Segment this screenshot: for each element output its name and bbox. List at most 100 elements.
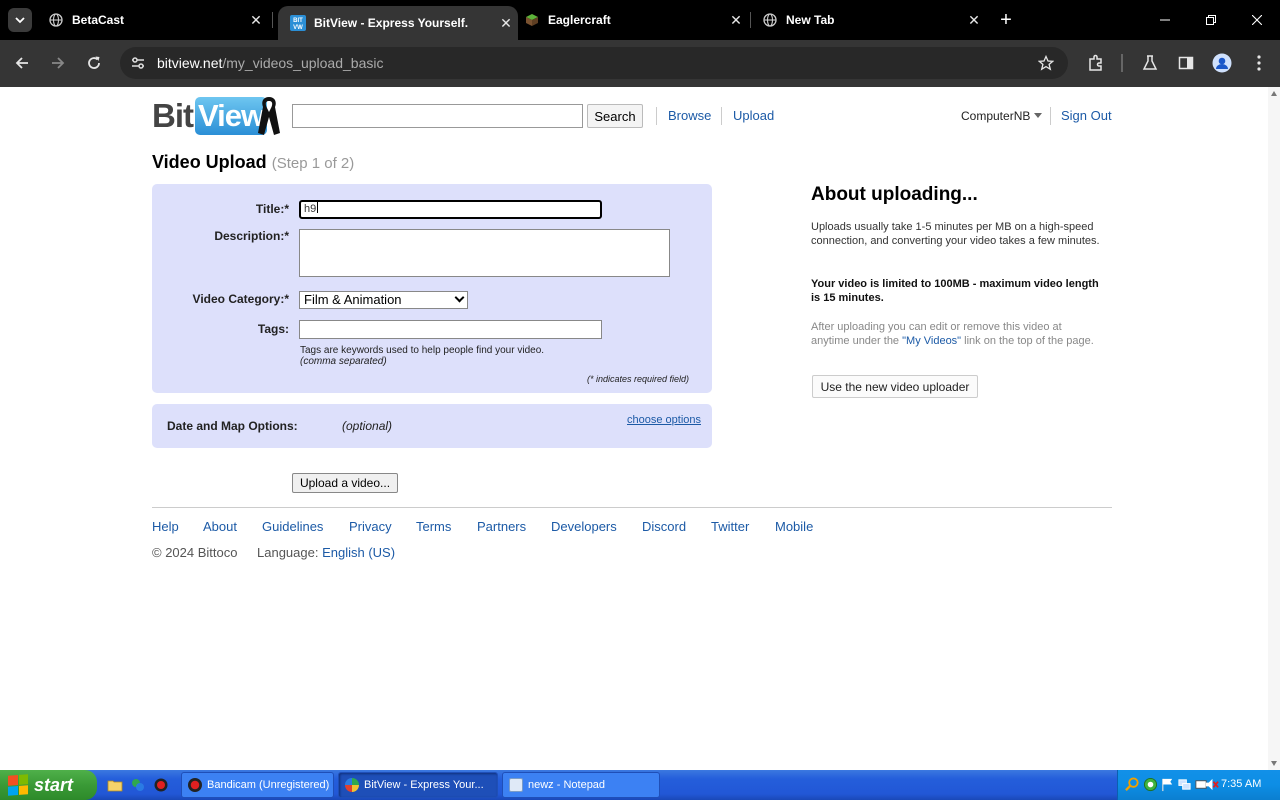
my-videos-link[interactable]: "My Videos" [902,335,961,347]
footer-link-developers[interactable]: Developers [551,519,617,534]
site-search-button[interactable]: Search [587,104,643,128]
category-select[interactable]: Film & Animation [299,291,468,309]
about-uploading-heading: About uploading... [811,184,978,205]
search-magnifier-icon[interactable] [1125,777,1140,792]
footer-link-privacy[interactable]: Privacy [349,519,392,534]
profile-avatar-icon[interactable] [1211,52,1233,74]
folder-icon[interactable] [107,777,123,793]
url-host: bitview.net [157,55,223,71]
green-status-icon[interactable] [1143,777,1158,792]
tags-help-text: Tags are keywords used to help people fi… [300,345,545,356]
about-paragraph-3: After uploading you can edit or remove t… [811,320,1101,348]
tab-bitview[interactable]: BIT VW BitView - Express Yourself. ✕ [278,6,518,40]
required-note: (* indicates required field) [587,374,690,384]
messenger-icon[interactable] [130,777,146,793]
tags-label: Tags: [257,322,289,336]
tab-title: BitView - Express Yourself. [314,16,469,30]
arrow-left-icon [15,57,28,69]
flag-icon[interactable] [1160,777,1175,792]
start-button[interactable]: start [0,770,97,800]
clock: 7:35 AM [1221,778,1262,790]
site-search-input[interactable] [292,104,583,128]
bitview-logo[interactable]: Bit View [152,96,268,136]
sign-out-link[interactable]: Sign Out [1061,108,1112,123]
restore-icon [1206,15,1216,25]
upload-link[interactable]: Upload [733,108,774,123]
tab-close-icon[interactable]: ✕ [962,12,986,29]
url-path: /my_videos_upload_basic [222,55,384,71]
back-button[interactable] [8,49,36,77]
footer-link-mobile[interactable]: Mobile [775,519,813,534]
network-icon[interactable] [1177,777,1192,792]
notepad-icon [509,778,523,792]
taskbar-item-bitview[interactable]: BitView - Express Your... [338,772,498,798]
toolbar-divider [1121,54,1123,72]
description-textarea[interactable] [299,229,670,277]
minimize-button[interactable] [1142,0,1188,40]
browse-link[interactable]: Browse [668,108,711,123]
url-text[interactable]: bitview.net/my_videos_upload_basic [157,55,383,71]
title-input-value: h9 [304,203,317,215]
menu-kebab-icon[interactable] [1248,52,1270,74]
footer-link-terms[interactable]: Terms [416,519,451,534]
category-label: Video Category:* [192,292,289,306]
taskbar-item-notepad[interactable]: newz - Notepad [502,772,660,798]
labs-flask-icon[interactable] [1139,52,1161,74]
user-menu[interactable]: ComputerNB [961,109,1043,123]
new-tab-button[interactable]: + [994,8,1018,32]
tab-new-tab[interactable]: New Tab ✕ [750,0,986,40]
text-cursor-icon [317,202,319,213]
language-value[interactable]: English (US) [322,545,395,560]
tab-separator [272,12,273,28]
minimize-icon [1160,19,1170,21]
extensions-icon[interactable] [1085,52,1107,74]
record-icon[interactable] [153,777,169,793]
language-selector[interactable]: Language: English (US) [257,545,395,560]
site-info-icon[interactable] [128,53,148,73]
nav-divider [656,107,657,125]
svg-text:VW: VW [293,25,303,31]
forward-button[interactable] [44,49,72,77]
chevron-down-icon [15,17,25,24]
footer-link-help[interactable]: Help [152,519,179,534]
svg-text:BIT: BIT [293,18,303,24]
upload-video-button[interactable]: Upload a video... [292,473,398,493]
tab-title: New Tab [786,13,835,27]
tags-help-sub: (comma separated) [300,356,387,367]
task-label: newz - Notepad [528,779,606,791]
title-input[interactable]: h9 [299,200,602,219]
grass-block-icon [524,12,540,28]
taskbar-item-bandicam[interactable]: Bandicam (Unregistered) [181,772,334,798]
windows-flag-icon [8,774,28,796]
vertical-scrollbar[interactable] [1268,87,1280,770]
caret-down-icon [1034,113,1043,118]
new-uploader-button[interactable]: Use the new video uploader [812,375,978,398]
tab-eaglercraft[interactable]: Eaglercraft ✕ [512,0,748,40]
side-panel-icon[interactable] [1175,52,1197,74]
logo-bit: Bit [152,97,194,134]
footer-link-discord[interactable]: Discord [642,519,686,534]
restore-button[interactable] [1188,0,1234,40]
footer-link-guidelines[interactable]: Guidelines [262,519,323,534]
bitview-favicon-icon: BIT VW [290,15,306,31]
tab-close-icon[interactable]: ✕ [244,12,268,29]
category-selected-value: Film & Animation [304,292,402,307]
footer-link-about[interactable]: About [203,519,237,534]
bookmark-star-icon[interactable] [1036,53,1056,73]
tags-input[interactable] [299,320,602,339]
username: ComputerNB [961,109,1031,123]
tab-search-button[interactable] [8,8,32,32]
bandicam-icon [188,778,202,792]
footer-link-twitter[interactable]: Twitter [711,519,749,534]
optional-label: (optional) [342,419,393,433]
footer-link-partners[interactable]: Partners [477,519,526,534]
close-window-button[interactable] [1234,0,1280,40]
choose-options-link[interactable]: choose options [627,414,701,426]
tab-betacast[interactable]: BetaCast ✕ [36,0,268,40]
tab-bar: BetaCast ✕ BIT VW BitView - Express Yours… [0,0,1280,40]
reload-button[interactable] [80,49,108,77]
volume-muted-icon[interactable] [1204,777,1219,792]
step-indicator: (Step 1 of 2) [271,155,355,172]
page-title: Video Upload (Step 1 of 2) [152,152,354,173]
tab-close-icon[interactable]: ✕ [724,12,748,29]
